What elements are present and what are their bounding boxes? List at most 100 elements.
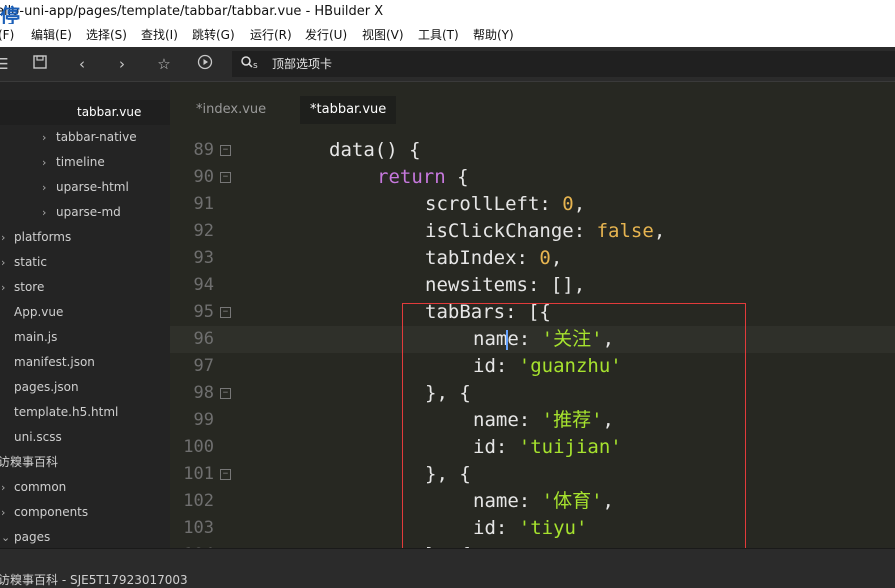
menu-bar: (F) 编辑(E) 选择(S) 查找(I) 跳转(G) 运行(R) 发行(U) … bbox=[0, 24, 895, 47]
sidebar-item-label: timeline bbox=[56, 155, 105, 169]
code-line[interactable]: 96 name: '关注', bbox=[170, 326, 895, 353]
code-token: data() { bbox=[329, 139, 421, 161]
svg-text:s: s bbox=[253, 61, 258, 71]
chevron-right-icon: › bbox=[1, 506, 6, 519]
sidebar-item-label: main.js bbox=[14, 330, 58, 344]
back-icon[interactable]: ‹ bbox=[72, 54, 92, 74]
chevron-right-icon: › bbox=[42, 156, 47, 169]
search-s-icon: s bbox=[240, 55, 260, 76]
code-token: false bbox=[596, 220, 654, 242]
code-token: scrollLeft bbox=[425, 193, 540, 215]
code-line[interactable]: 101−}, { bbox=[170, 461, 895, 488]
sidebar-item-label: platforms bbox=[14, 230, 72, 244]
search-input[interactable]: 顶部选项卡 bbox=[272, 55, 332, 73]
code-text: tabIndex: 0, bbox=[425, 245, 562, 272]
fold-toggle-icon[interactable]: − bbox=[220, 307, 231, 318]
forward-icon[interactable]: › bbox=[112, 54, 132, 74]
chevron-right-icon: › bbox=[1, 281, 6, 294]
code-token: '推荐' bbox=[541, 409, 603, 431]
code-token: isClickChange bbox=[425, 220, 574, 242]
editor-tabs: *index.vue *tabbar.vue bbox=[170, 82, 895, 124]
line-number: 90 bbox=[193, 167, 214, 187]
close-file-icon[interactable]: ☰ bbox=[0, 54, 12, 74]
fold-toggle-icon[interactable]: − bbox=[220, 172, 231, 183]
line-number: 91 bbox=[193, 194, 214, 214]
line-number: 94 bbox=[193, 275, 214, 295]
code-line[interactable]: 89− data() { bbox=[170, 137, 895, 164]
tab-tabbar-vue[interactable]: *tabbar.vue bbox=[300, 96, 397, 124]
code-text: name: '关注', bbox=[473, 326, 614, 353]
code-token: { bbox=[445, 166, 469, 188]
code-token: 'tiyu' bbox=[518, 517, 588, 539]
code-token: , bbox=[573, 193, 586, 215]
tab-index-vue[interactable]: *index.vue bbox=[186, 96, 276, 124]
code-line[interactable]: 103 id: 'tiyu' bbox=[170, 515, 895, 542]
fold-toggle-icon[interactable]: − bbox=[220, 145, 231, 156]
code-line[interactable]: 102 name: '体育', bbox=[170, 488, 895, 515]
code-token: newsitems bbox=[425, 274, 528, 296]
fold-toggle-icon[interactable]: − bbox=[220, 388, 231, 399]
search-box[interactable]: s 顶部选项卡 bbox=[232, 51, 895, 77]
sidebar-item-tabbar-vue[interactable]: tabbar.vue bbox=[0, 100, 170, 125]
menu-view[interactable]: 视图(V) bbox=[362, 24, 404, 47]
code-line[interactable]: 90− return { bbox=[170, 164, 895, 191]
code-token: tabBars bbox=[425, 301, 506, 323]
code-token: name bbox=[473, 328, 519, 350]
line-number: 102 bbox=[183, 491, 214, 511]
code-line[interactable]: 92 isClickChange: false, bbox=[170, 218, 895, 245]
code-text: id: 'guanzhu' bbox=[473, 353, 622, 380]
line-number: 101 bbox=[183, 464, 214, 484]
chevron-right-icon: › bbox=[1, 481, 6, 494]
line-number: 103 bbox=[183, 518, 214, 538]
code-token: : bbox=[495, 436, 519, 458]
code-editor[interactable]: 89− data() {90− return {91 scrollLeft: 0, 92… bbox=[170, 124, 895, 548]
menu-select[interactable]: 选择(S) bbox=[86, 24, 127, 47]
code-token: : [], bbox=[527, 274, 586, 296]
code-token: , bbox=[602, 409, 614, 431]
line-number: 95 bbox=[193, 302, 214, 322]
menu-tools[interactable]: 工具(T) bbox=[418, 24, 459, 47]
status-bar: 访糗事百科 - SJE5T17923017003 bbox=[0, 548, 895, 588]
code-token: : [{ bbox=[505, 301, 551, 323]
code-line[interactable]: 91 scrollLeft: 0, bbox=[170, 191, 895, 218]
code-line[interactable]: 98−}, { bbox=[170, 380, 895, 407]
code-token: : bbox=[518, 328, 542, 350]
menu-help[interactable]: 帮助(Y) bbox=[473, 24, 514, 47]
code-token: : bbox=[518, 409, 542, 431]
code-token: : bbox=[518, 490, 542, 512]
toolbar: ☰ ‹ › ☆ s 顶部选项卡 bbox=[0, 47, 895, 82]
code-line[interactable]: 93 tabIndex: 0, bbox=[170, 245, 895, 272]
save-icon[interactable] bbox=[30, 54, 50, 74]
menu-file[interactable]: (F) bbox=[0, 24, 14, 47]
code-line[interactable]: 94 newsitems: [], bbox=[170, 272, 895, 299]
code-token: 0 bbox=[539, 247, 551, 269]
code-token: : bbox=[495, 517, 519, 539]
menu-publish[interactable]: 发行(U) bbox=[305, 24, 347, 47]
code-token: id bbox=[473, 436, 496, 458]
line-number: 92 bbox=[193, 221, 214, 241]
line-number: 100 bbox=[183, 437, 214, 457]
menu-run[interactable]: 运行(R) bbox=[250, 24, 292, 47]
sidebar-item-label: 访糗事百科 bbox=[0, 455, 59, 469]
code-line[interactable]: 95− tabBars: [{ bbox=[170, 299, 895, 326]
menu-edit[interactable]: 编辑(E) bbox=[31, 24, 72, 47]
code-line[interactable]: 97 id: 'guanzhu' bbox=[170, 353, 895, 380]
code-line[interactable]: 99 name: '推荐', bbox=[170, 407, 895, 434]
window-title: ello-uni-app/pages/template/tabbar/tabba… bbox=[0, 4, 384, 19]
title-bar: ello-uni-app/pages/template/tabbar/tabba… bbox=[0, 0, 895, 24]
menu-find[interactable]: 查找(I) bbox=[141, 24, 178, 47]
code-token: : bbox=[495, 355, 519, 377]
star-icon[interactable]: ☆ bbox=[154, 54, 174, 74]
sidebar-item-label: uni.scss bbox=[14, 430, 62, 444]
sidebar-item-label: uparse-md bbox=[56, 205, 121, 219]
sidebar-item-label: pages bbox=[14, 530, 51, 544]
menu-goto[interactable]: 跳转(G) bbox=[192, 24, 235, 47]
chevron-down-icon: ⌄ bbox=[1, 531, 11, 544]
run-icon[interactable] bbox=[195, 54, 215, 74]
code-token: tabIndex bbox=[425, 247, 517, 269]
code-token: 'guanzhu' bbox=[518, 355, 622, 377]
code-line[interactable]: 100 id: 'tuijian' bbox=[170, 434, 895, 461]
code-token: , bbox=[550, 247, 563, 269]
code-token: , bbox=[602, 490, 614, 512]
fold-toggle-icon[interactable]: − bbox=[220, 469, 231, 480]
